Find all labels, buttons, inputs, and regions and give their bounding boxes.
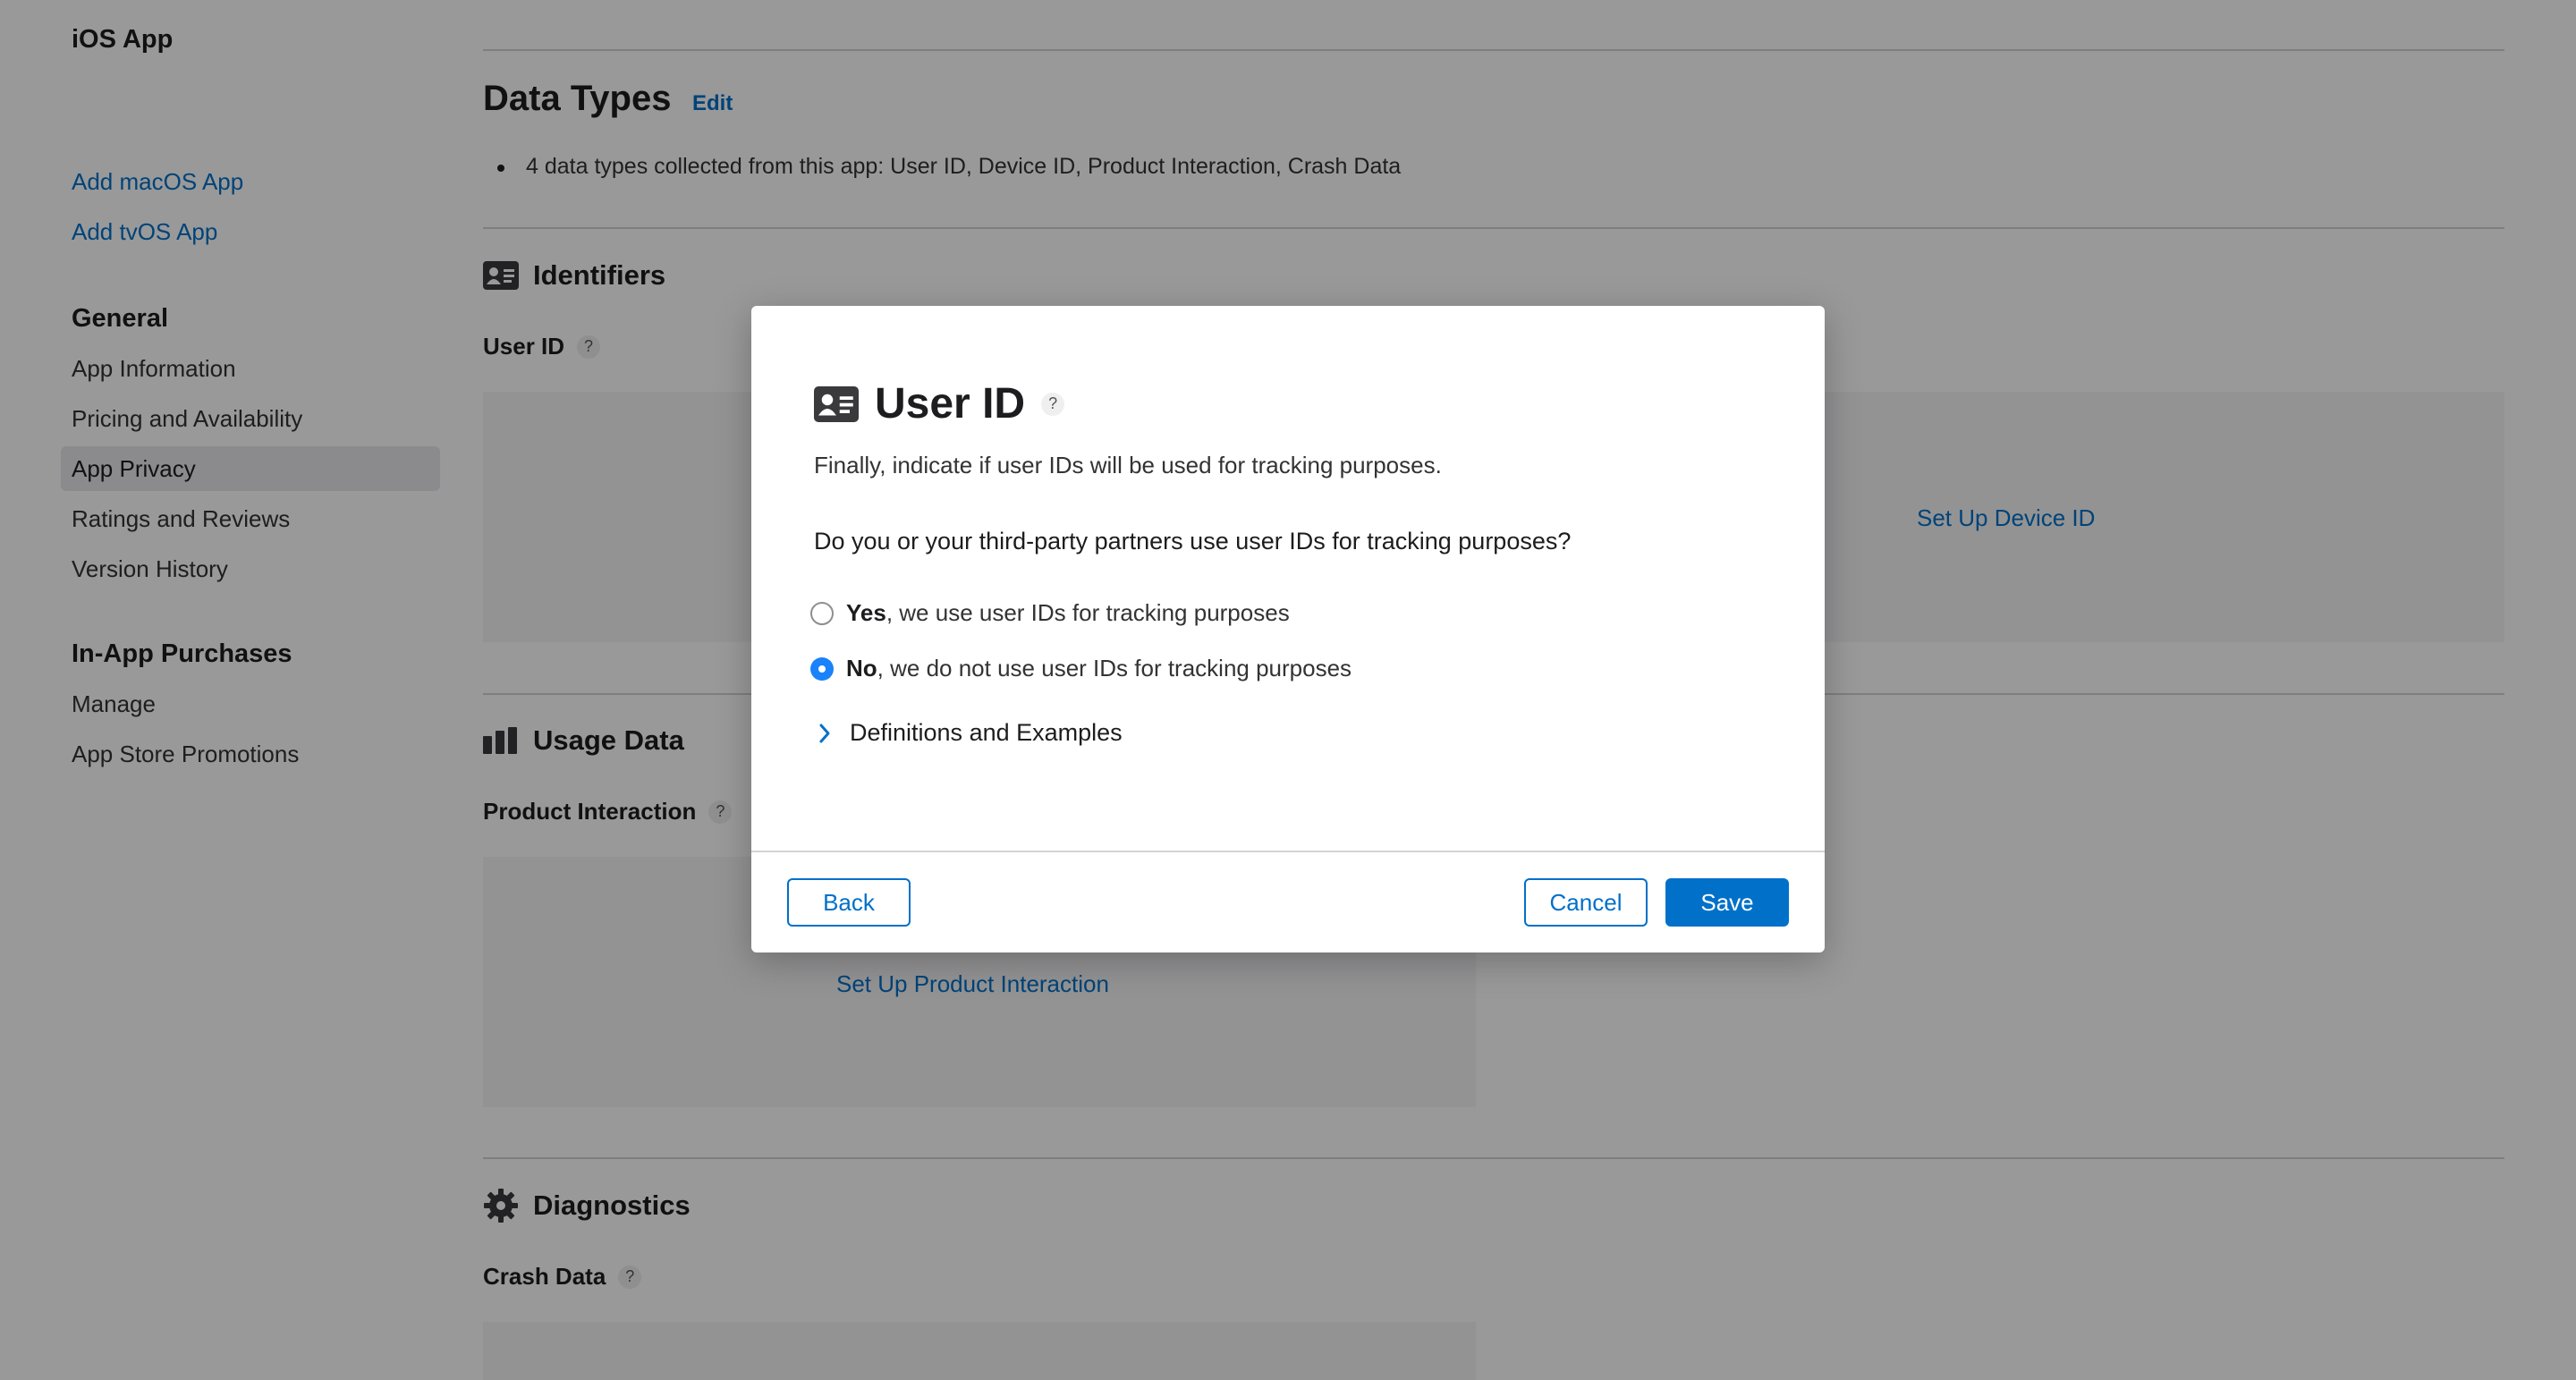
radio-no[interactable]: [810, 656, 834, 681]
radio-no-label: No, we do not use user IDs for tracking …: [846, 655, 1352, 682]
chevron-right-icon: [819, 724, 830, 742]
cancel-button[interactable]: Cancel: [1524, 878, 1648, 927]
modal-description: Finally, indicate if user IDs will be us…: [814, 452, 1442, 478]
modal-title: User ID ?: [814, 379, 1065, 428]
help-icon[interactable]: ?: [1041, 392, 1065, 416]
radio-yes-rest: , we use user IDs for tracking purposes: [886, 599, 1290, 626]
modal-title-text: User ID: [875, 380, 1026, 428]
radio-yes-label: Yes, we use user IDs for tracking purpos…: [846, 599, 1290, 627]
save-button[interactable]: Save: [1665, 878, 1789, 927]
radio-option-no[interactable]: No, we do not use user IDs for tracking …: [810, 655, 1352, 682]
contact-card-icon: [814, 385, 859, 422]
tracking-question: Do you or your third-party partners use …: [814, 528, 1572, 555]
radio-option-yes[interactable]: Yes, we use user IDs for tracking purpos…: [810, 599, 1290, 627]
radio-yes[interactable]: [810, 601, 834, 625]
modal-divider: [751, 851, 1825, 852]
radio-no-rest: , we do not use user IDs for tracking pu…: [877, 655, 1352, 682]
definitions-label: Definitions and Examples: [850, 719, 1123, 746]
definitions-disclosure[interactable]: Definitions and Examples: [814, 719, 1123, 747]
back-button[interactable]: Back: [787, 878, 911, 927]
user-id-modal: User ID ? Finally, indicate if user IDs …: [751, 306, 1825, 952]
radio-yes-bold: Yes: [846, 599, 886, 626]
radio-no-bold: No: [846, 655, 877, 682]
